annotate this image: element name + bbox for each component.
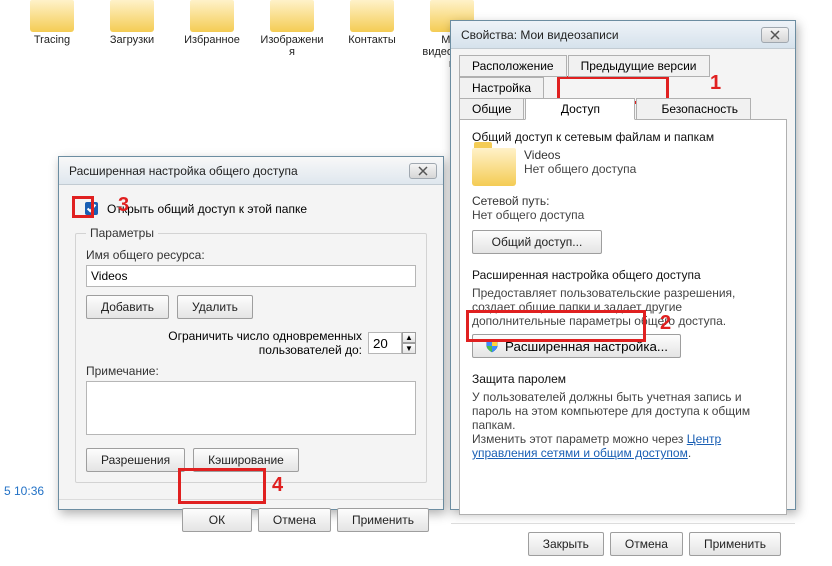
net-sharing-heading: Общий доступ к сетевым файлам и папкам bbox=[472, 130, 774, 144]
tab-location[interactable]: Расположение bbox=[459, 55, 567, 77]
annotation-number-4: 4 bbox=[272, 474, 283, 497]
tab-previous-versions[interactable]: Предыдущие версии bbox=[568, 55, 710, 77]
annotation-number-3: 3 bbox=[118, 194, 129, 217]
note-textarea[interactable] bbox=[86, 381, 416, 435]
tab-security[interactable]: Безопасность bbox=[636, 98, 751, 120]
add-button[interactable]: Добавить bbox=[86, 295, 169, 319]
user-limit-stepper[interactable]: ▲ ▼ bbox=[368, 332, 416, 354]
folder-images[interactable]: Изображения bbox=[260, 0, 324, 60]
property-tabs: Расположение Предыдущие версии Настройка bbox=[459, 55, 787, 98]
apply-button[interactable]: Применить bbox=[337, 508, 429, 532]
dialog-buttons: ОК Отмена Применить bbox=[59, 499, 443, 542]
window-title: Расширенная настройка общего доступа bbox=[65, 164, 409, 178]
spinner-down[interactable]: ▼ bbox=[402, 343, 416, 354]
note-label: Примечание: bbox=[86, 364, 416, 378]
close-icon bbox=[418, 166, 428, 176]
ok-button[interactable]: ОК bbox=[182, 508, 252, 532]
share-folder-checkbox-label[interactable]: Открыть общий доступ к этой папке bbox=[81, 199, 427, 218]
folder-label: Изображения bbox=[260, 34, 324, 58]
remove-button[interactable]: Удалить bbox=[177, 295, 253, 319]
password-protect-heading: Защита паролем bbox=[472, 372, 774, 386]
folder-contacts[interactable]: Контакты bbox=[340, 0, 404, 60]
close-dialog-button[interactable]: Закрыть bbox=[528, 532, 604, 556]
permissions-button[interactable]: Разрешения bbox=[86, 448, 185, 472]
password-protect-desc: У пользователей должны быть учетная запи… bbox=[472, 390, 774, 432]
status-timestamp: 5 10:36 bbox=[4, 484, 44, 498]
property-tabs-row2: Общие Доступ Безопасность bbox=[459, 98, 787, 119]
pw-hint-prefix: Изменить этот параметр можно через bbox=[472, 432, 687, 446]
advanced-sharing-dialog: Расширенная настройка общего доступа Отк… bbox=[58, 156, 444, 510]
folder-favorites[interactable]: Избранное bbox=[180, 0, 244, 60]
titlebar[interactable]: Свойства: Мои видеозаписи bbox=[451, 21, 795, 49]
annotation-number-2: 2 bbox=[660, 312, 671, 335]
folder-label: Контакты bbox=[340, 34, 404, 46]
annotation-box-4 bbox=[178, 468, 266, 504]
net-path-label: Сетевой путь: bbox=[472, 194, 774, 208]
share-name: Videos bbox=[524, 148, 636, 162]
folder-label: Загрузки bbox=[100, 34, 164, 46]
folder-icon bbox=[190, 0, 234, 32]
tab-general[interactable]: Общие bbox=[459, 98, 524, 120]
tab-customize[interactable]: Настройка bbox=[459, 77, 544, 99]
folder-label: Избранное bbox=[180, 34, 244, 46]
folder-icon bbox=[270, 0, 314, 32]
share-button[interactable]: Общий доступ... bbox=[472, 230, 602, 254]
apply-button[interactable]: Применить bbox=[689, 532, 781, 556]
folder-icon bbox=[472, 148, 516, 186]
adv-sharing-heading: Расширенная настройка общего доступа bbox=[472, 268, 774, 282]
folder-icon bbox=[110, 0, 154, 32]
annotation-box-3 bbox=[72, 196, 94, 218]
group-legend: Параметры bbox=[86, 226, 158, 240]
annotation-box-2 bbox=[466, 310, 646, 342]
properties-dialog: Свойства: Мои видеозаписи Расположение П… bbox=[450, 20, 796, 510]
parameters-group: Параметры Имя общего ресурса: Добавить У… bbox=[75, 226, 427, 483]
cancel-button[interactable]: Отмена bbox=[258, 508, 331, 532]
checkbox-text: Открыть общий доступ к этой папке bbox=[107, 202, 307, 216]
dialog-buttons: Закрыть Отмена Применить bbox=[451, 523, 795, 566]
titlebar[interactable]: Расширенная настройка общего доступа bbox=[59, 157, 443, 185]
share-name-label: Имя общего ресурса: bbox=[86, 248, 416, 262]
folder-icon bbox=[30, 0, 74, 32]
close-button[interactable] bbox=[761, 27, 789, 43]
net-path-value: Нет общего доступа bbox=[472, 208, 774, 222]
folder-tracing[interactable]: Tracing bbox=[20, 0, 84, 60]
close-icon bbox=[770, 30, 780, 40]
folder-label: Tracing bbox=[20, 34, 84, 46]
password-protect-hint: Изменить этот параметр можно через Центр… bbox=[472, 432, 774, 460]
folder-icon bbox=[350, 0, 394, 32]
window-title: Свойства: Мои видеозаписи bbox=[457, 28, 761, 42]
share-name-input[interactable] bbox=[86, 265, 416, 287]
dialog-content: Открыть общий доступ к этой папке Параме… bbox=[59, 185, 443, 499]
user-limit-input[interactable] bbox=[368, 332, 402, 354]
share-state: Нет общего доступа bbox=[524, 162, 636, 176]
folder-downloads[interactable]: Загрузки bbox=[100, 0, 164, 60]
cancel-button[interactable]: Отмена bbox=[610, 532, 683, 556]
close-button[interactable] bbox=[409, 163, 437, 179]
spinner-up[interactable]: ▲ bbox=[402, 332, 416, 343]
tab-sharing[interactable]: Доступ bbox=[525, 98, 635, 120]
limit-label: Ограничить число одновременных пользоват… bbox=[86, 329, 362, 358]
